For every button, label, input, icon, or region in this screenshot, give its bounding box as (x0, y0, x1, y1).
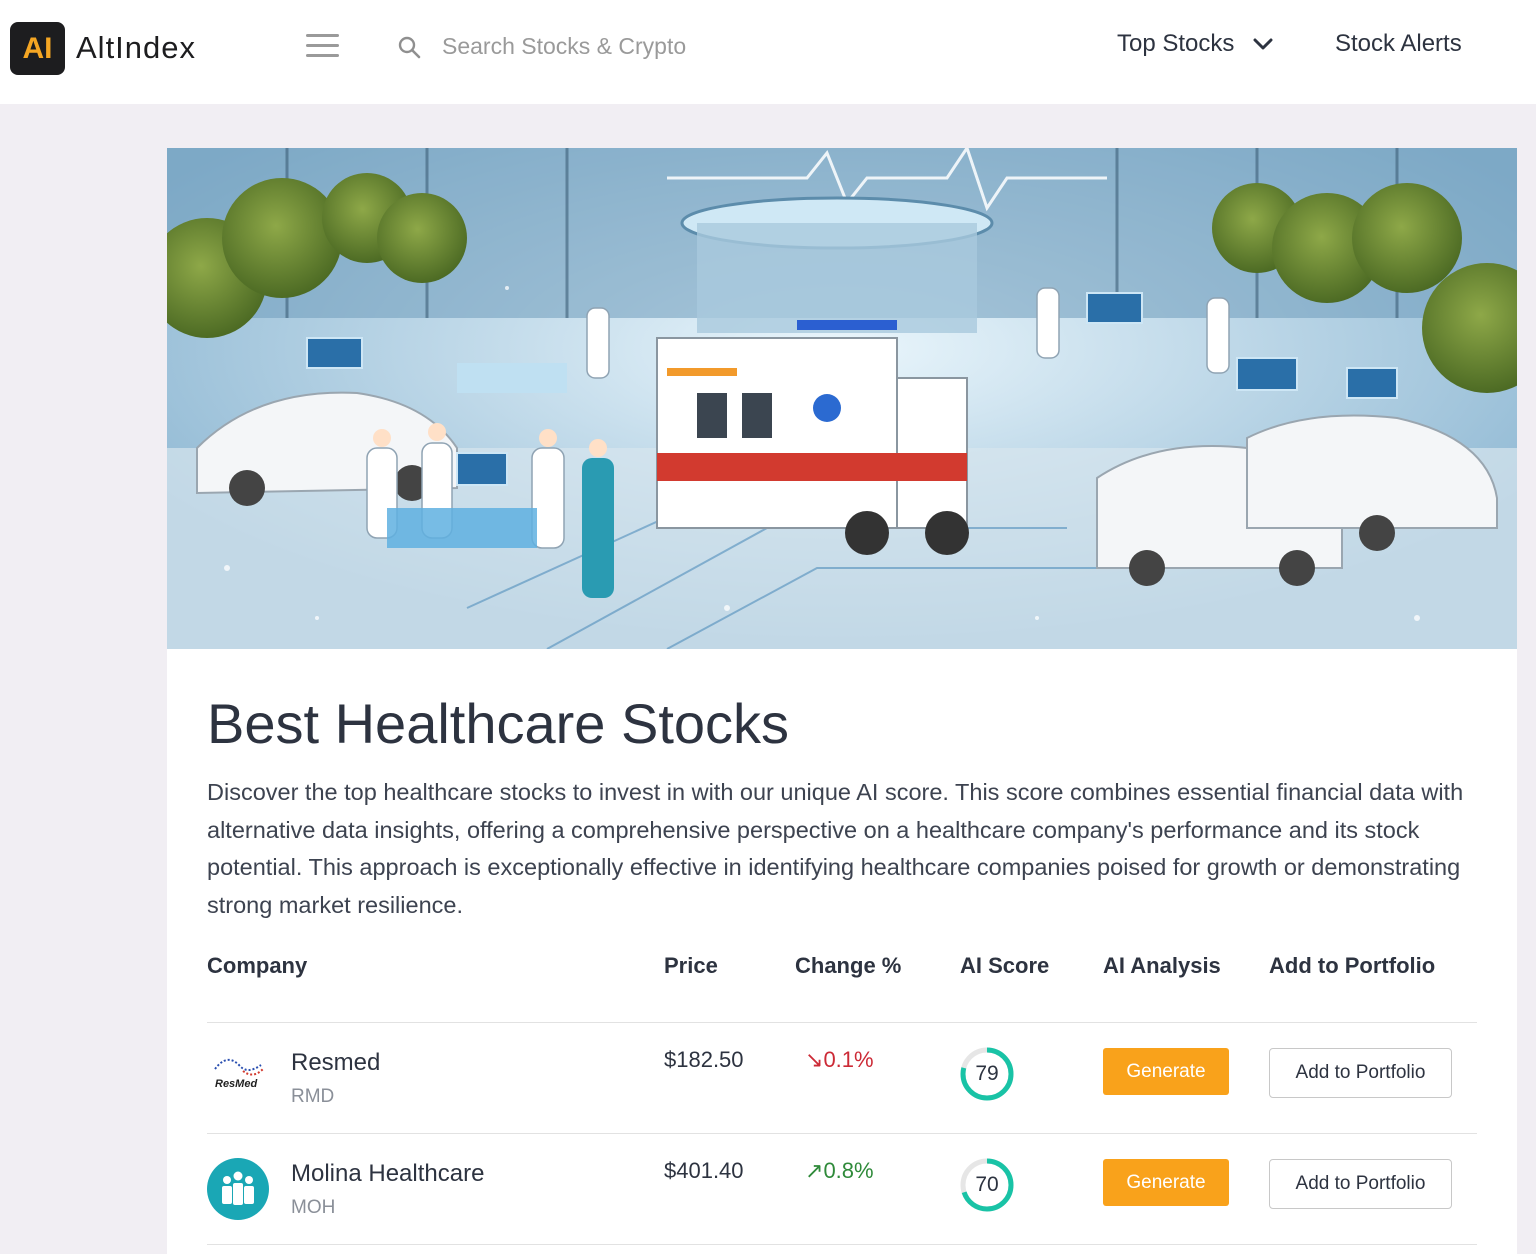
column-header-ai-analysis: AI Analysis (1103, 953, 1221, 978)
resmed-logo-icon: ResMed (214, 1058, 264, 1090)
nav-stock-alerts-link[interactable]: Stock Alerts (1335, 28, 1462, 60)
change-value: 0.8% (823, 1158, 874, 1183)
table-header-row: Company Price Change % AI Score AI Analy… (207, 953, 1477, 1023)
generate-analysis-button[interactable]: Generate (1103, 1159, 1229, 1206)
column-header-ai-score[interactable]: AI Score (960, 953, 1049, 979)
hamburger-menu-icon[interactable] (306, 34, 339, 58)
page-title: Best Healthcare Stocks (207, 692, 790, 755)
add-to-portfolio-button[interactable]: Add to Portfolio (1269, 1159, 1452, 1209)
column-header-company[interactable]: Company (207, 953, 307, 979)
generate-analysis-button[interactable]: Generate (1103, 1048, 1229, 1095)
nav-stock-alerts-label: Stock Alerts (1335, 30, 1462, 57)
search-bar (396, 24, 816, 68)
ai-score-value: 70 (975, 1173, 999, 1196)
stock-price: $401.40 (664, 1158, 744, 1183)
ai-score-ring[interactable]: 70 (959, 1157, 1015, 1213)
hospital-scene-illustration (167, 148, 1517, 649)
trend-down-arrow-icon: ↘ (805, 1047, 824, 1072)
table-row[interactable]: Molina Healthcare MOH $401.40 ↗0.8% 70 G… (207, 1134, 1477, 1245)
column-header-add-to-portfolio: Add to Portfolio (1269, 953, 1436, 978)
change-percent: ↘0.1% (805, 1047, 874, 1073)
company-ticker: RMD (291, 1086, 335, 1107)
company-ticker: MOH (291, 1197, 336, 1218)
stock-price: $182.50 (664, 1047, 744, 1072)
top-navigation-bar: AI AltIndex Top Stocks Stock Alerts (0, 0, 1536, 104)
altindex-logo-text[interactable]: AltIndex (76, 30, 196, 66)
search-input[interactable] (442, 24, 802, 68)
chevron-down-icon (1253, 38, 1273, 50)
column-header-change[interactable]: Change % (795, 953, 901, 979)
add-to-portfolio-button[interactable]: Add to Portfolio (1269, 1048, 1452, 1098)
change-value: 0.1% (823, 1047, 874, 1072)
company-name[interactable]: Molina Healthcare (291, 1160, 484, 1188)
stocks-table: Company Price Change % AI Score AI Analy… (207, 953, 1477, 1245)
change-percent: ↗0.8% (805, 1158, 874, 1184)
table-row[interactable]: ResMed Resmed RMD $182.50 ↘0.1% 79 Gener… (207, 1023, 1477, 1134)
ai-score-value: 79 (975, 1062, 999, 1085)
page-description: Discover the top healthcare stocks to in… (207, 779, 1464, 918)
ai-score-ring[interactable]: 79 (959, 1046, 1015, 1102)
altindex-logo-mark[interactable]: AI (10, 22, 65, 75)
main-content-card: Best Healthcare Stocks Discover the top … (167, 148, 1517, 1254)
trend-up-arrow-icon: ↗ (805, 1158, 824, 1183)
nav-top-stocks-label: Top Stocks (1117, 30, 1235, 57)
nav-top-stocks-dropdown[interactable]: Top Stocks (1117, 28, 1274, 60)
search-icon[interactable] (396, 34, 422, 60)
resmed-logo-text: ResMed (215, 1078, 257, 1090)
company-name[interactable]: Resmed (291, 1049, 380, 1077)
molina-healthcare-logo-icon (207, 1158, 269, 1220)
hero-banner-image (167, 148, 1517, 649)
column-header-price[interactable]: Price (664, 953, 718, 979)
